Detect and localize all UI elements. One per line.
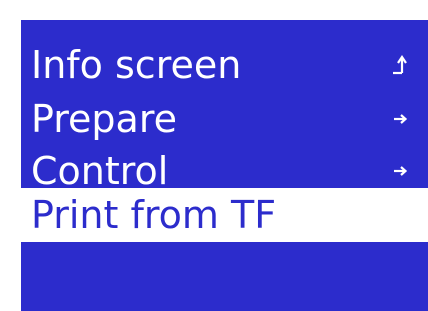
menu-item-label: Info screen bbox=[31, 43, 242, 87]
menu-item-info-screen[interactable]: Info screen bbox=[21, 38, 428, 92]
menu-item-label: Print from TF bbox=[31, 193, 277, 237]
menu-item-prepare[interactable]: Prepare bbox=[21, 92, 428, 146]
arrow-right-icon bbox=[388, 92, 412, 146]
return-icon bbox=[388, 38, 412, 92]
menu-item-print-from-tf[interactable]: Print from TF bbox=[21, 188, 428, 242]
menu-item-label: Prepare bbox=[31, 97, 177, 141]
lcd-menu-screen: Info screen Prepare Control Print from T… bbox=[21, 20, 428, 311]
